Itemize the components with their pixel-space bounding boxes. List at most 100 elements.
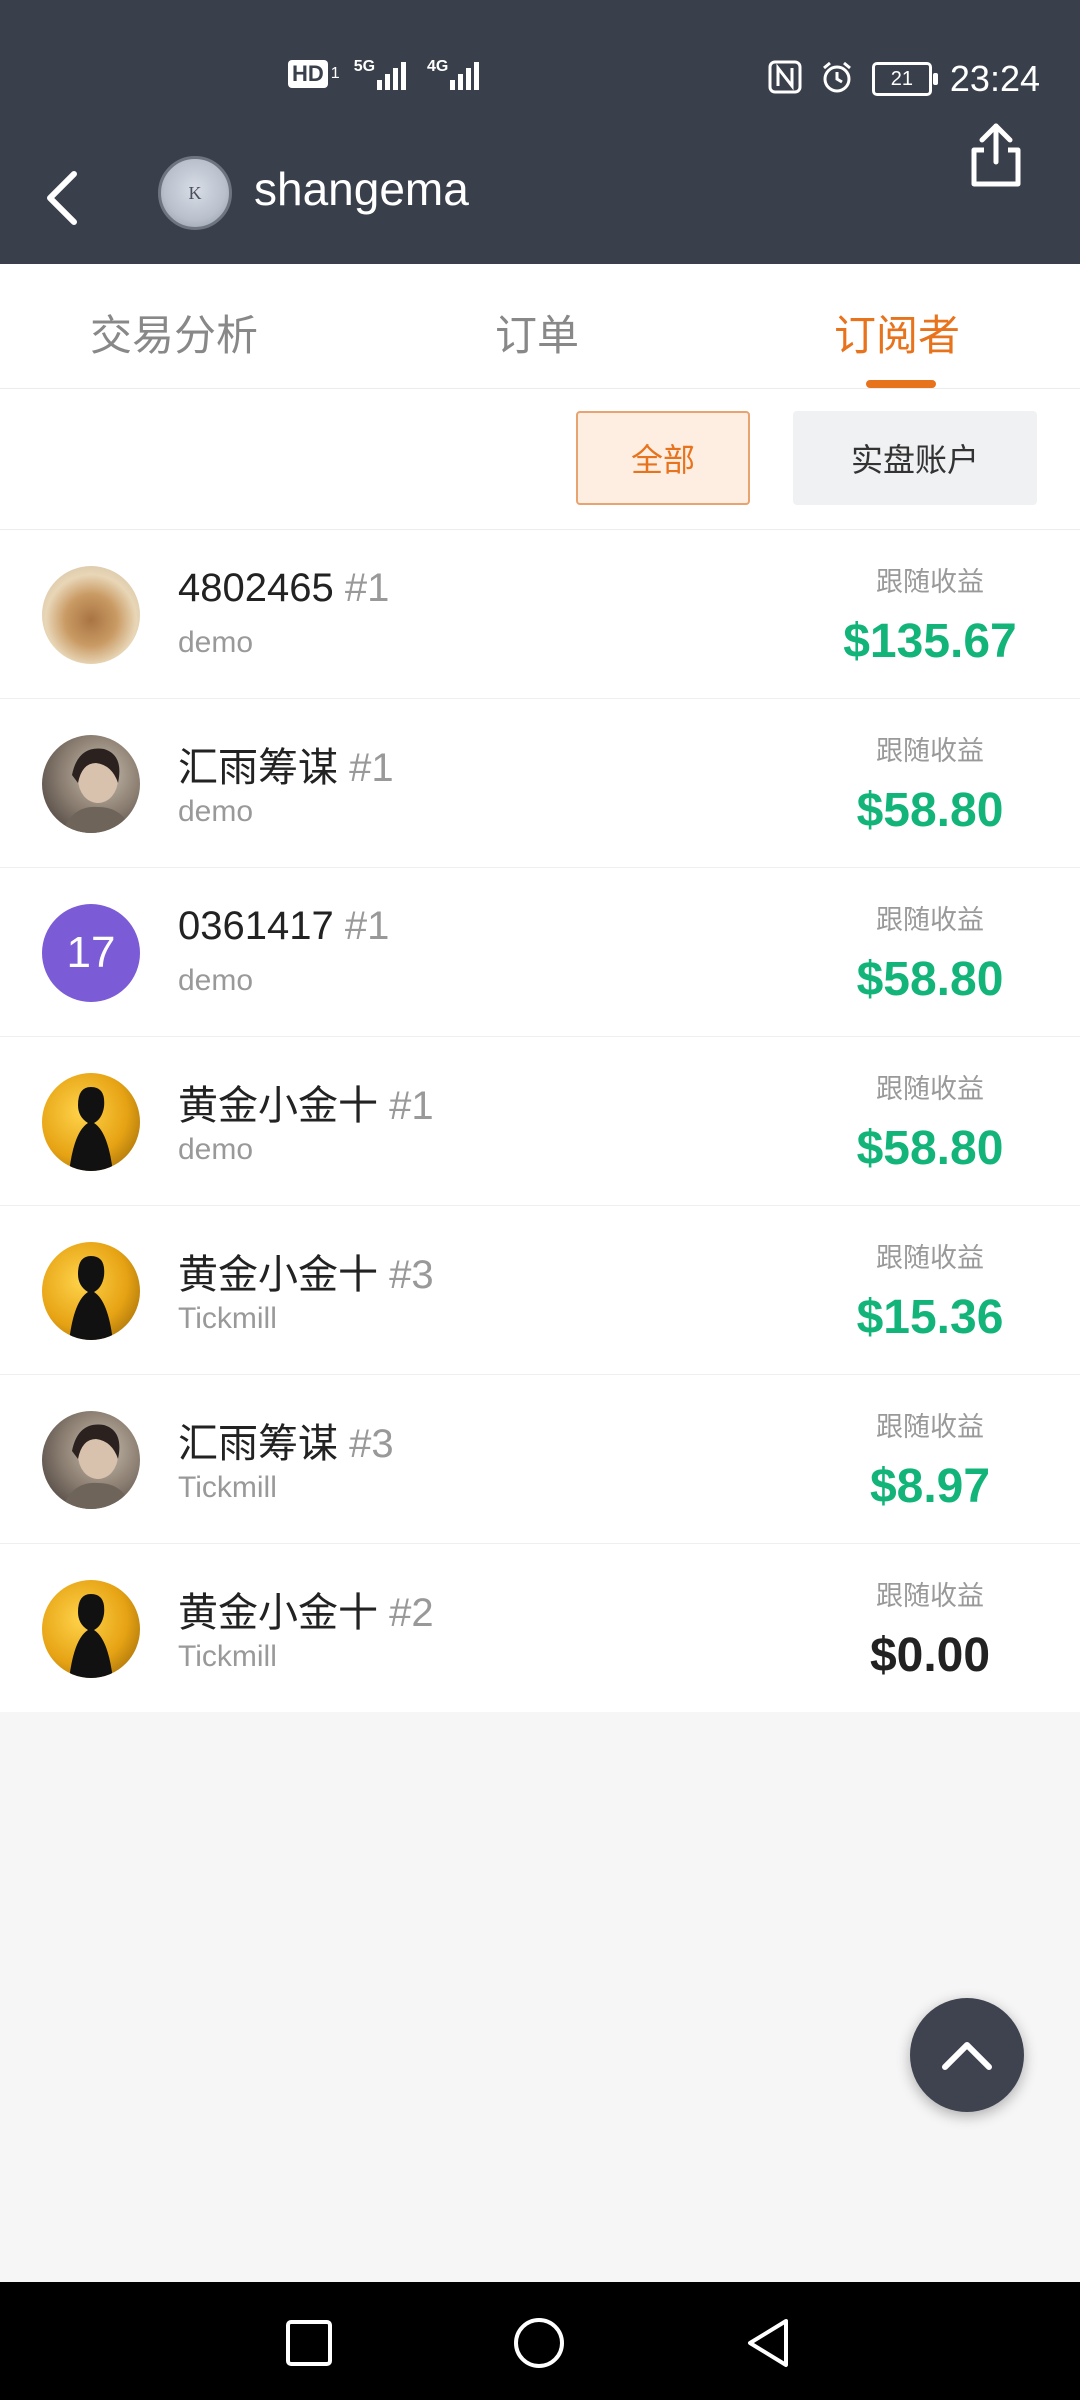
filter-bar: 全部 实盘账户 xyxy=(0,389,1080,530)
chevron-left-icon xyxy=(47,171,77,225)
subscriber-name: 汇雨筹谋 xyxy=(178,746,338,790)
subscriber-name: 0361417 xyxy=(178,904,334,948)
scroll-to-top-button[interactable] xyxy=(910,1998,1024,2112)
earnings-label: 跟随收益 xyxy=(876,1581,984,1611)
subscriber-name: 黄金小金十 xyxy=(178,1253,378,1297)
subscriber-avatar xyxy=(42,1411,140,1509)
subscriber-name-line: 黄金小金十 #2 xyxy=(178,1580,434,1638)
subscriber-avatar xyxy=(42,1073,140,1171)
earnings-value: $8.97 xyxy=(869,1460,991,1513)
subscriber-rank: #3 xyxy=(349,1422,394,1466)
subscriber-broker: demo xyxy=(178,626,254,659)
filter-all-button[interactable]: 全部 xyxy=(576,411,750,505)
active-tab-indicator xyxy=(866,380,936,388)
subscriber-avatar xyxy=(42,1580,140,1678)
subscriber-rank: #2 xyxy=(389,1591,434,1635)
earnings-value: $135.67 xyxy=(843,615,1017,668)
tab-bar: 交易分析 订单 订阅者 xyxy=(0,264,1080,389)
portrait-icon xyxy=(62,1424,132,1509)
tab-trade-analysis[interactable]: 交易分析 xyxy=(90,302,258,363)
subscriber-avatar xyxy=(42,1242,140,1340)
list-item[interactable]: 黄金小金十 #2 Tickmill 跟随收益 $0.00 xyxy=(0,1544,1080,1712)
status-left: HD 1 5G 4G xyxy=(288,58,486,90)
list-item[interactable]: 4802465 #1 demo 跟随收益 $135.67 xyxy=(0,530,1080,699)
signal-5g-icon: 5G xyxy=(354,58,413,90)
subscriber-name-line: 4802465 #1 xyxy=(178,566,389,611)
earnings-value: $58.80 xyxy=(856,1122,1004,1175)
earnings: 跟随收益 $58.80 xyxy=(810,1037,1050,1205)
subscriber-name-line: 黄金小金十 #1 xyxy=(178,1073,434,1131)
page-title: shangema xyxy=(254,163,469,215)
avatar-initial: K xyxy=(188,182,202,203)
clock: 23:24 xyxy=(949,58,1040,99)
subscriber-name: 黄金小金十 xyxy=(178,1591,378,1635)
tab-orders[interactable]: 订单 xyxy=(495,302,579,363)
earnings-value: $15.36 xyxy=(856,1291,1004,1344)
earnings-label: 跟随收益 xyxy=(876,567,984,597)
subscriber-broker: Tickmill xyxy=(178,1640,277,1673)
subscriber-broker: demo xyxy=(178,795,254,828)
battery-icon: 21 xyxy=(871,62,938,96)
subscriber-rank: #3 xyxy=(389,1253,434,1297)
subscriber-rank: #1 xyxy=(344,904,390,948)
signal-4g-icon: 4G xyxy=(427,58,486,90)
silhouette-icon xyxy=(69,1594,113,1678)
list-item[interactable]: 汇雨筹谋 #1 demo 跟随收益 $58.80 xyxy=(0,699,1080,868)
subscriber-broker: demo xyxy=(178,1133,254,1166)
earnings: 跟随收益 $58.80 xyxy=(810,699,1050,867)
subscriber-name-line: 汇雨筹谋 #3 xyxy=(178,1411,394,1469)
subscriber-name-line: 黄金小金十 #3 xyxy=(178,1242,434,1300)
subscriber-rank: #1 xyxy=(344,566,390,610)
tab-subscribers[interactable]: 订阅者 xyxy=(834,302,960,363)
silhouette-icon xyxy=(69,1256,113,1340)
subscriber-broker: demo xyxy=(178,964,254,997)
hd-label: HD xyxy=(288,60,328,88)
subscriber-rank: #1 xyxy=(349,746,394,790)
earnings: 跟随收益 $15.36 xyxy=(810,1206,1050,1374)
subscriber-name-line: 0361417 #1 xyxy=(178,904,389,949)
recents-button[interactable] xyxy=(282,2316,336,2370)
subscriber-list: 4802465 #1 demo 跟随收益 $135.67 汇雨筹谋 #1 dem… xyxy=(0,530,1080,1712)
hd-icon: HD 1 xyxy=(288,60,340,88)
earnings: 跟随收益 $135.67 xyxy=(810,530,1050,698)
earnings: 跟随收益 $58.80 xyxy=(810,868,1050,1036)
earnings-value: $58.80 xyxy=(856,784,1004,837)
nav-bar-top: K shangema xyxy=(0,123,1080,240)
net-4g-label: 4G xyxy=(427,58,449,75)
list-item[interactable]: 黄金小金十 #3 Tickmill 跟随收益 $15.36 xyxy=(0,1206,1080,1375)
silhouette-icon xyxy=(69,1087,113,1171)
subscriber-name-line: 汇雨筹谋 #1 xyxy=(178,735,394,793)
subscriber-name: 汇雨筹谋 xyxy=(178,1422,338,1466)
filter-real-account-button[interactable]: 实盘账户 xyxy=(793,411,1037,505)
alarm-icon xyxy=(820,60,854,99)
portrait-icon xyxy=(62,748,132,833)
back-nav-button[interactable] xyxy=(742,2316,796,2370)
circle-icon xyxy=(514,2318,564,2368)
nfc-icon xyxy=(768,60,802,99)
net-5g-label: 5G xyxy=(353,58,376,75)
earnings-label: 跟随收益 xyxy=(876,1074,984,1104)
earnings-label: 跟随收益 xyxy=(876,1412,984,1442)
chevron-up-icon xyxy=(942,2042,992,2070)
earnings: 跟随收益 $0.00 xyxy=(810,1544,1050,1712)
subscriber-name: 4802465 xyxy=(178,566,334,610)
earnings-label: 跟随收益 xyxy=(876,736,984,766)
subscriber-rank: #1 xyxy=(389,1084,434,1128)
earnings-value: $58.80 xyxy=(856,953,1004,1006)
share-button[interactable] xyxy=(966,120,1026,190)
user-avatar[interactable]: K xyxy=(158,156,232,230)
earnings: 跟随收益 $8.97 xyxy=(810,1375,1050,1543)
list-item[interactable]: 黄金小金十 #1 demo 跟随收益 $58.80 xyxy=(0,1037,1080,1206)
share-icon xyxy=(971,123,1021,187)
square-icon xyxy=(286,2320,332,2366)
list-item[interactable]: 汇雨筹谋 #3 Tickmill 跟随收益 $8.97 xyxy=(0,1375,1080,1544)
list-item[interactable]: 17 0361417 #1 demo 跟随收益 $58.80 xyxy=(0,868,1080,1037)
subscriber-avatar xyxy=(42,566,140,664)
status-bar: HD 1 5G 4G 21 23:24 xyxy=(0,50,1080,110)
home-button[interactable] xyxy=(512,2316,566,2370)
app-header: HD 1 5G 4G 21 23:24 K shangema xyxy=(0,0,1080,264)
back-button[interactable] xyxy=(38,168,88,228)
earnings-label: 跟随收益 xyxy=(876,1243,984,1273)
subscriber-avatar xyxy=(42,735,140,833)
earnings-value: $0.00 xyxy=(869,1629,991,1682)
